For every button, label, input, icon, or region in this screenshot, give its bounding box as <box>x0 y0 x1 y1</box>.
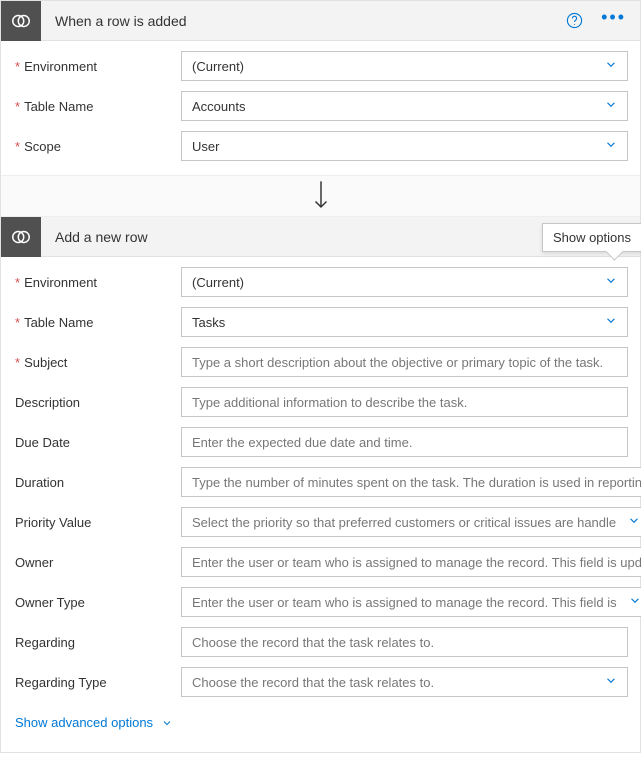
owner-type-select[interactable]: Enter the user or team who is assigned t… <box>181 587 641 617</box>
priority-label: Priority Value <box>13 515 181 530</box>
regarding-type-select[interactable]: Choose the record that the task relates … <box>181 667 628 697</box>
table-name-label: Table Name <box>13 99 181 114</box>
duration-input[interactable]: Type the number of minutes spent on the … <box>181 467 641 497</box>
trigger-card: When a row is added ••• Environment (Cur… <box>1 1 640 175</box>
due-date-input[interactable]: Enter the expected due date and time. <box>181 427 628 457</box>
regarding-label: Regarding <box>13 635 181 650</box>
subject-label: Subject <box>13 355 181 370</box>
dataverse-icon <box>1 217 41 257</box>
dataverse-icon <box>1 1 41 41</box>
regarding-input[interactable]: Choose the record that the task relates … <box>181 627 628 657</box>
due-date-label: Due Date <box>13 435 181 450</box>
flow-connector <box>1 175 640 217</box>
owner-input[interactable]: Enter the user or team who is assigned t… <box>181 547 641 577</box>
help-icon[interactable] <box>565 12 583 30</box>
description-input[interactable]: Type additional information to describe … <box>181 387 628 417</box>
priority-select[interactable]: Select the priority so that preferred cu… <box>181 507 641 537</box>
chevron-down-icon <box>161 717 173 729</box>
environment-select[interactable]: (Current) <box>181 267 628 297</box>
owner-label: Owner <box>13 555 181 570</box>
action-title: Add a new row <box>41 229 565 245</box>
environment-select[interactable]: (Current) <box>181 51 628 81</box>
owner-type-label: Owner Type <box>13 595 181 610</box>
more-icon[interactable]: ••• <box>601 12 626 30</box>
trigger-card-header[interactable]: When a row is added ••• <box>1 1 640 41</box>
duration-label: Duration <box>13 475 181 490</box>
table-name-select[interactable]: Tasks <box>181 307 628 337</box>
environment-label: Environment <box>13 59 181 74</box>
table-name-select[interactable]: Accounts <box>181 91 628 121</box>
description-label: Description <box>13 395 181 410</box>
scope-select[interactable]: User <box>181 131 628 161</box>
scope-label: Scope <box>13 139 181 154</box>
subject-input[interactable]: Type a short description about the objec… <box>181 347 628 377</box>
action-card: Add a new row ••• Show options Environme… <box>1 217 640 752</box>
show-advanced-label: Show advanced options <box>15 715 153 730</box>
trigger-title: When a row is added <box>41 13 565 29</box>
show-options-tooltip: Show options <box>542 223 641 252</box>
table-name-label: Table Name <box>13 315 181 330</box>
show-advanced-options[interactable]: Show advanced options <box>13 707 175 744</box>
regarding-type-label: Regarding Type <box>13 675 181 690</box>
environment-label: Environment <box>13 275 181 290</box>
